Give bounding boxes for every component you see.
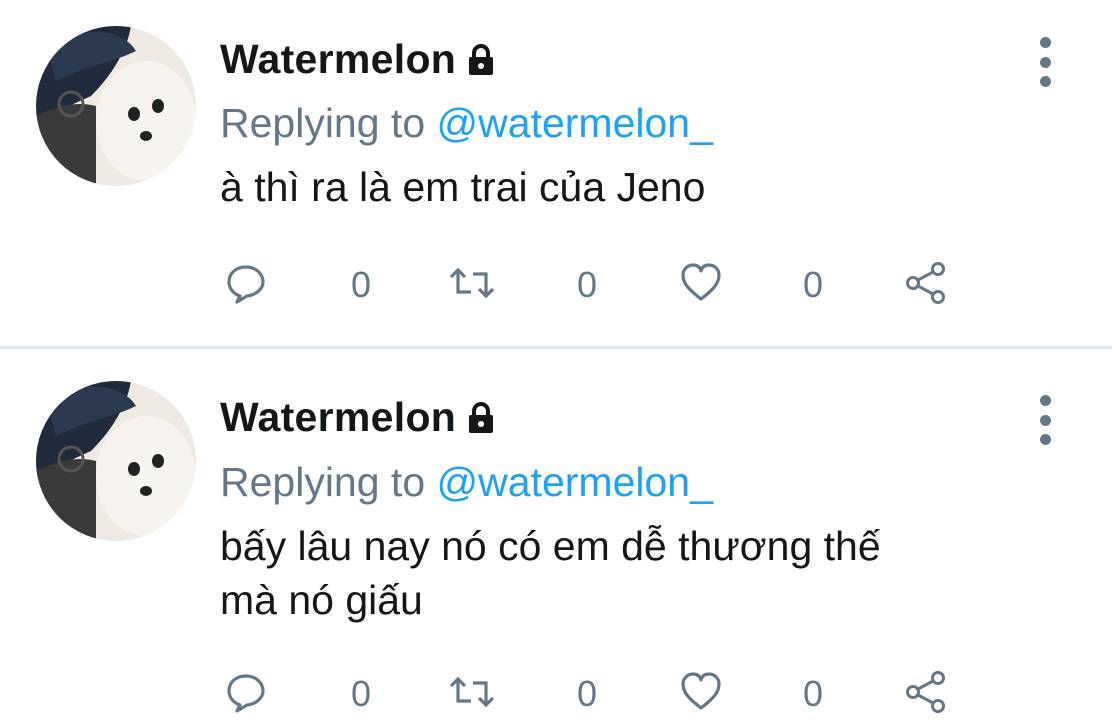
share-icon — [906, 262, 945, 304]
avatar[interactable] — [36, 26, 196, 186]
like-button[interactable] — [680, 258, 722, 308]
tweet-text: à thì ra là em trai của Jeno — [220, 160, 1020, 214]
like-button[interactable] — [680, 667, 722, 717]
tweet-text-line: mà nó giấu — [220, 577, 423, 623]
replying-to-line: Replying to @watermelon_ — [220, 100, 713, 147]
retweet-count: 0 — [577, 673, 598, 714]
tweet-actions: 0 0 0 — [225, 258, 965, 308]
retweet-icon — [449, 676, 495, 708]
retweet-icon — [449, 267, 495, 299]
tweet-actions: 0 0 0 — [225, 667, 965, 717]
share-button[interactable] — [905, 667, 947, 717]
reply-icon — [227, 265, 265, 304]
tweet-text-line: à thì ra là em trai của Jeno — [220, 164, 706, 210]
heart-icon — [681, 672, 721, 710]
author-name[interactable]: Watermelon — [220, 394, 456, 441]
more-vertical-icon[interactable] — [1030, 395, 1060, 445]
reply-count: 0 — [351, 673, 372, 714]
reply-button[interactable] — [225, 667, 267, 717]
avatar[interactable] — [36, 381, 196, 541]
lock-icon — [466, 43, 496, 77]
retweet-button[interactable] — [449, 667, 495, 717]
replying-label: Replying to — [220, 100, 426, 146]
tweet-text-line: bấy lâu nay nó có em dễ thương thế — [220, 523, 881, 569]
like-count: 0 — [803, 673, 824, 714]
lock-icon — [466, 401, 496, 435]
reply-button[interactable] — [225, 258, 267, 308]
tweet-text: bấy lâu nay nó có em dễ thương thế mà nó… — [220, 519, 1020, 627]
reply-icon — [227, 674, 265, 713]
share-button[interactable] — [905, 258, 947, 308]
replying-handle-link[interactable]: @watermelon_ — [437, 100, 713, 146]
like-count: 0 — [803, 264, 824, 305]
reply-count: 0 — [351, 264, 372, 305]
retweet-button[interactable] — [449, 258, 495, 308]
heart-icon — [681, 263, 721, 301]
retweet-count: 0 — [577, 264, 598, 305]
author-name[interactable]: Watermelon — [220, 36, 456, 83]
tweet[interactable]: Watermelon Replying to @watermelon_ bấy … — [0, 349, 1112, 720]
tweet[interactable]: Watermelon Replying to @watermelon_ à th… — [0, 0, 1112, 346]
share-icon — [906, 671, 945, 713]
replying-label: Replying to — [220, 459, 426, 505]
more-vertical-icon[interactable] — [1030, 37, 1060, 87]
replying-handle-link[interactable]: @watermelon_ — [437, 459, 713, 505]
replying-to-line: Replying to @watermelon_ — [220, 459, 713, 506]
